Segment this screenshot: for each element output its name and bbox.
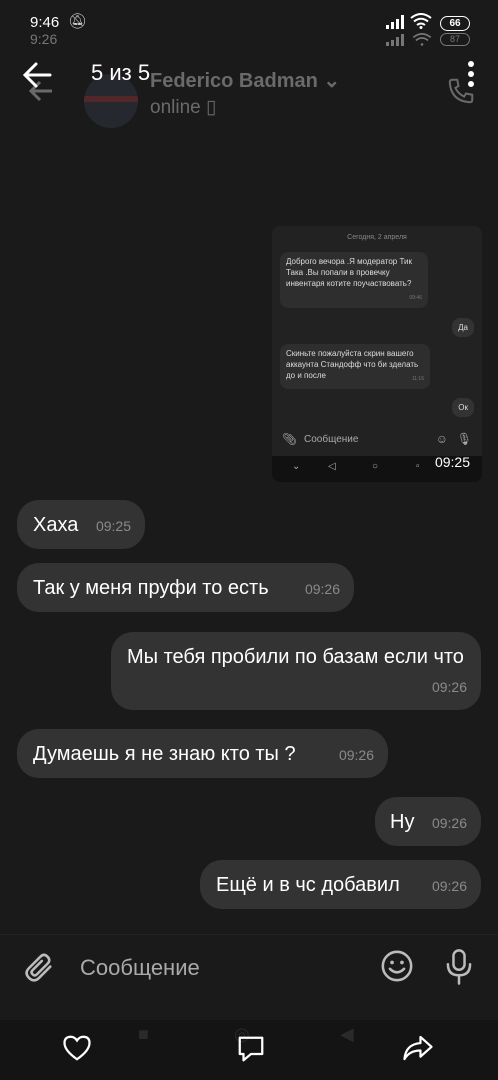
image-counter: 5 из 5 bbox=[91, 60, 151, 85]
mute-notifications-icon: 🔕︎ bbox=[68, 13, 88, 30]
embedded-input-placeholder: Сообщение bbox=[304, 434, 359, 445]
share-icon[interactable] bbox=[402, 1034, 434, 1062]
message-bubble[interactable]: Мы тебя пробили по базам если что 09:26 bbox=[111, 632, 481, 710]
message-time: 09:26 bbox=[431, 815, 467, 831]
message-time: 09:26 bbox=[304, 581, 340, 597]
message-bubble[interactable]: Хаха 09:25 bbox=[17, 500, 145, 549]
embedded-message: Доброго вечора .Я модератор Тик Така .Вы… bbox=[280, 252, 428, 308]
wifi-ghost-icon bbox=[412, 33, 432, 46]
embedded-nav-home-icon: ○ bbox=[372, 461, 379, 472]
wifi-icon bbox=[410, 13, 432, 29]
battery-ghost-icon: 87 bbox=[440, 33, 470, 46]
status-time-ghost: 9:26 bbox=[30, 31, 58, 47]
paperclip-icon[interactable] bbox=[22, 951, 56, 985]
message-text: Ну bbox=[390, 811, 415, 833]
message-time: 09:26 bbox=[431, 679, 467, 695]
microphone-icon[interactable] bbox=[444, 949, 474, 985]
message-input-bar: Сообщение bbox=[0, 934, 498, 1021]
comment-icon[interactable] bbox=[236, 1034, 266, 1064]
message-text: Думаешь я не знаю кто ты ? bbox=[33, 743, 296, 765]
status-time: 9:46 bbox=[30, 14, 60, 31]
contact-name: Federico Badman ⌄ bbox=[150, 70, 341, 92]
embedded-message: Скиньте пожалуйста скрин вашего аккаунта… bbox=[280, 344, 430, 389]
message-bubble[interactable]: Так у меня пруфи то есть 09:26 bbox=[17, 563, 354, 612]
cellular-signal-icon bbox=[386, 15, 404, 29]
embedded-smile-icon: ☺ bbox=[435, 432, 448, 446]
message-time: 09:26 bbox=[431, 878, 467, 894]
message-text: Так у меня пруфи то есть bbox=[33, 577, 269, 599]
embedded-date: Сегодня, 2 апреля bbox=[347, 234, 407, 241]
message-bubble[interactable]: Думаешь я не знаю кто ты ? 09:26 bbox=[17, 729, 388, 778]
embedded-message: Да bbox=[452, 318, 474, 337]
message-bubble[interactable]: Ещё и в чс добавил 09:26 bbox=[200, 860, 481, 909]
heart-icon[interactable] bbox=[62, 1034, 92, 1062]
viewer-header: Federico Badman ⌄ online ▯ 5 из 5 bbox=[0, 48, 498, 128]
ghost-back-icon: ◀ bbox=[340, 1024, 354, 1044]
embedded-input-bar: 📎︎ Сообщение ☺ 🎙︎ bbox=[272, 426, 482, 456]
contact-status: online ▯ bbox=[150, 97, 217, 118]
embedded-mic-icon: 🎙︎ bbox=[456, 432, 472, 446]
message-text: Ещё и в чс добавил bbox=[216, 874, 400, 896]
status-bar: 9:46 9:26 🔕︎ 66 87 bbox=[0, 0, 498, 48]
cellular-signal-ghost-icon bbox=[386, 34, 404, 46]
embedded-nav-down-icon: ⌄ bbox=[292, 461, 301, 472]
embedded-nav-back-icon: ◁ bbox=[328, 461, 336, 472]
embedded-message: Ок bbox=[452, 398, 474, 417]
embedded-screenshot[interactable]: Сегодня, 2 апреля Доброго вечора .Я моде… bbox=[272, 226, 482, 482]
embedded-timestamp: 09:25 bbox=[434, 454, 470, 470]
smile-icon[interactable] bbox=[380, 949, 414, 983]
viewer-action-bar: ■ ◎ ◀ bbox=[0, 1020, 498, 1080]
message-input[interactable]: Сообщение bbox=[80, 955, 200, 981]
message-bubble[interactable]: Ну 09:26 bbox=[375, 797, 481, 846]
ghost-recent-icon: ■ bbox=[138, 1024, 149, 1044]
message-time: 09:25 bbox=[95, 518, 131, 534]
more-vertical-icon[interactable] bbox=[466, 60, 476, 88]
message-text: Мы тебя пробили по базам если что bbox=[127, 646, 464, 668]
battery-icon: 66 bbox=[440, 16, 470, 31]
embedded-paperclip-icon: 📎︎ bbox=[282, 432, 298, 446]
embedded-nav-recent-icon: ▫ bbox=[416, 461, 420, 472]
back-arrow-icon[interactable] bbox=[20, 58, 54, 92]
message-text: Хаха bbox=[33, 514, 79, 536]
message-time: 09:26 bbox=[338, 747, 374, 763]
